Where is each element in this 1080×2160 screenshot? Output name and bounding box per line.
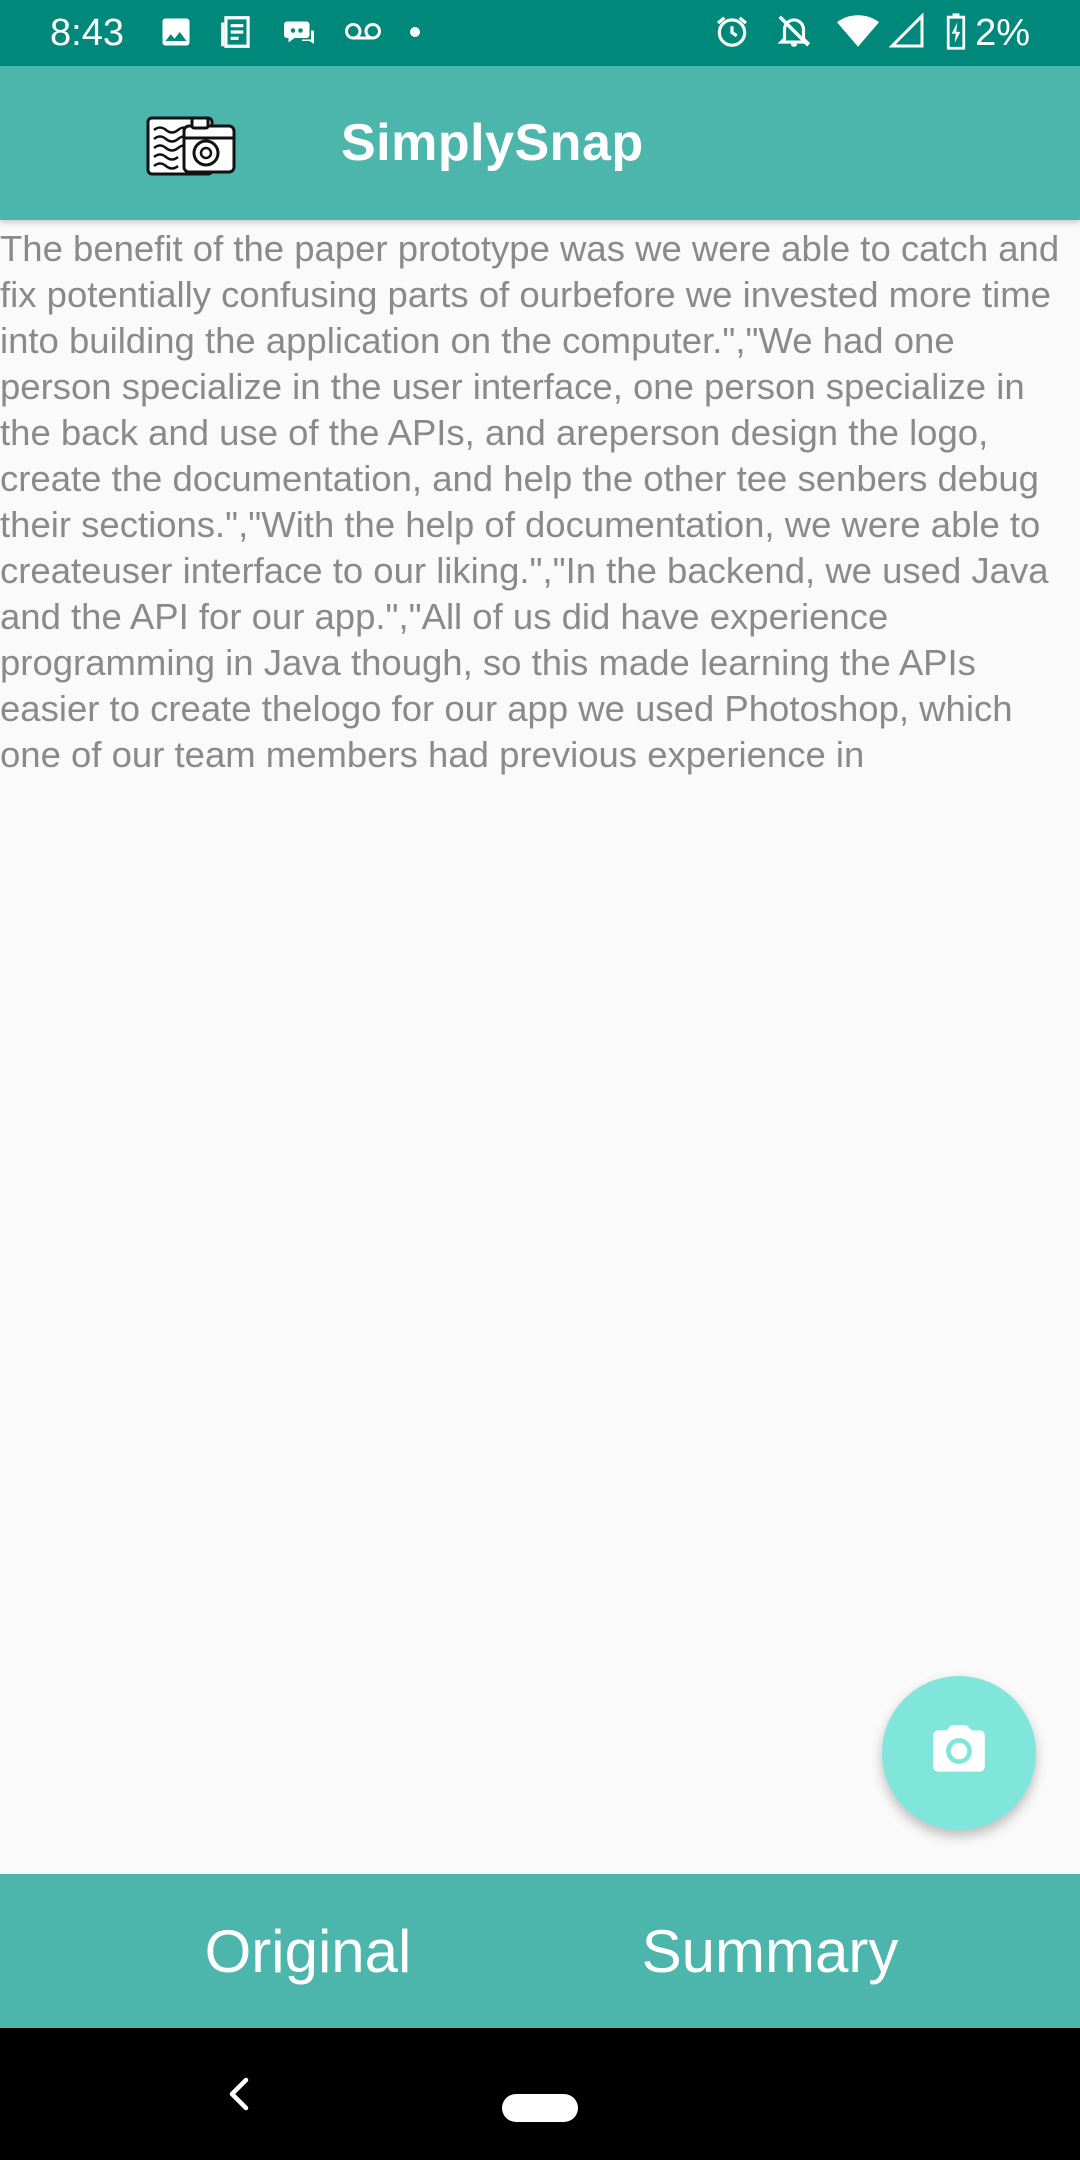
image-icon bbox=[158, 14, 194, 55]
news-icon bbox=[218, 13, 256, 56]
app-bar: SimplySnap bbox=[0, 66, 1080, 220]
app-title: SimplySnap bbox=[341, 114, 644, 172]
voicemail-icon bbox=[342, 14, 384, 55]
back-icon[interactable] bbox=[218, 2070, 258, 2118]
status-system-icons: 2% bbox=[689, 10, 1030, 56]
battery-percentage: 2% bbox=[975, 12, 1030, 54]
wifi-icon bbox=[837, 13, 880, 54]
signal-icon bbox=[888, 11, 925, 54]
dot-icon bbox=[408, 25, 422, 44]
camera-document-logo-icon bbox=[146, 108, 238, 178]
tab-original[interactable]: Original bbox=[150, 1874, 466, 2028]
battery-charging-icon bbox=[945, 12, 967, 55]
system-nav-bar bbox=[0, 2028, 1080, 2160]
screen: 8:43 2% SimplySnap The benefit of the pa… bbox=[0, 0, 1080, 2160]
home-pill-icon[interactable] bbox=[502, 2094, 578, 2122]
bottom-tab-bar: Original Summary bbox=[0, 1874, 1080, 2028]
main-content: The benefit of the paper prototype was w… bbox=[0, 220, 1080, 1874]
tab-summary[interactable]: Summary bbox=[610, 1874, 930, 2028]
status-bar: 8:43 2% bbox=[0, 0, 1080, 66]
alarm-icon bbox=[713, 12, 751, 55]
extracted-text: The benefit of the paper prototype was w… bbox=[0, 228, 1060, 775]
discord-icon bbox=[280, 14, 318, 55]
camera-icon bbox=[928, 1720, 990, 1787]
camera-fab-button[interactable] bbox=[882, 1676, 1036, 1830]
status-time: 8:43 bbox=[50, 12, 124, 54]
status-notification-icons bbox=[158, 14, 446, 54]
notifications-off-icon bbox=[775, 12, 813, 55]
